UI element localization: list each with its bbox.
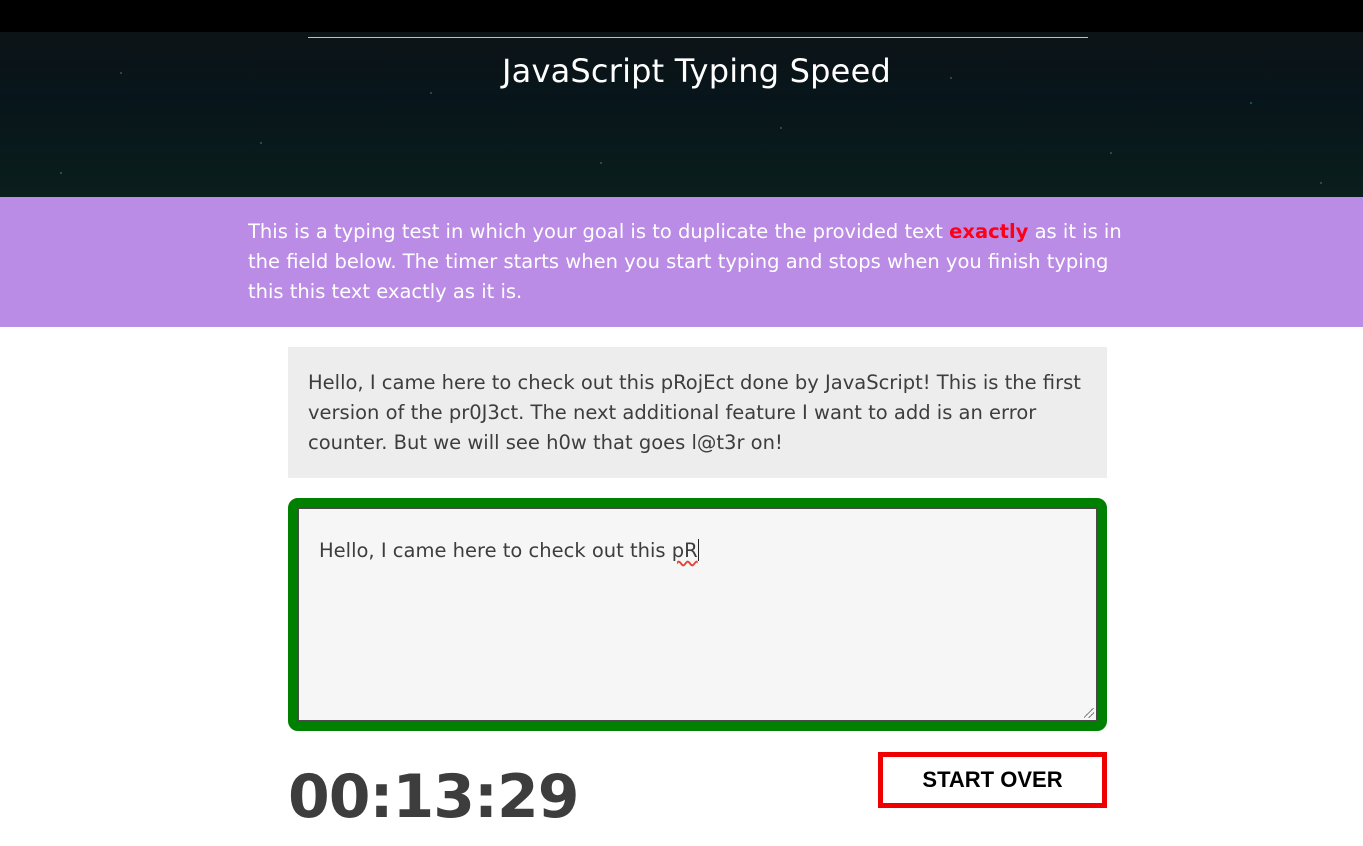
resize-handle-icon[interactable] xyxy=(1084,708,1094,718)
intro-emphasis: exactly xyxy=(949,220,1029,243)
page-header: JavaScript Typing Speed xyxy=(0,32,1363,197)
intro-text-start: This is a typing test in which your goal… xyxy=(248,220,950,243)
top-bar xyxy=(0,0,1363,32)
test-wrapper: Hello, I came here to check out this pR xyxy=(288,498,1107,731)
page-title: JavaScript Typing Speed xyxy=(502,52,891,90)
header-divider xyxy=(308,37,1088,38)
timer-display: 00:13:29 xyxy=(288,762,579,832)
typed-text: Hello, I came here to check out this xyxy=(319,539,672,562)
intro-banner: This is a typing test in which your goal… xyxy=(0,197,1363,327)
typed-text-flagged: pR xyxy=(671,539,698,562)
typing-input[interactable]: Hello, I came here to check out this pR xyxy=(297,507,1098,722)
start-over-button[interactable]: START OVER xyxy=(878,752,1107,808)
text-caret xyxy=(697,539,699,561)
origin-text: Hello, I came here to check out this pRo… xyxy=(288,347,1107,478)
origin-text-content: Hello, I came here to check out this pRo… xyxy=(308,371,1081,454)
intro-text: This is a typing test in which your goal… xyxy=(248,217,1128,307)
